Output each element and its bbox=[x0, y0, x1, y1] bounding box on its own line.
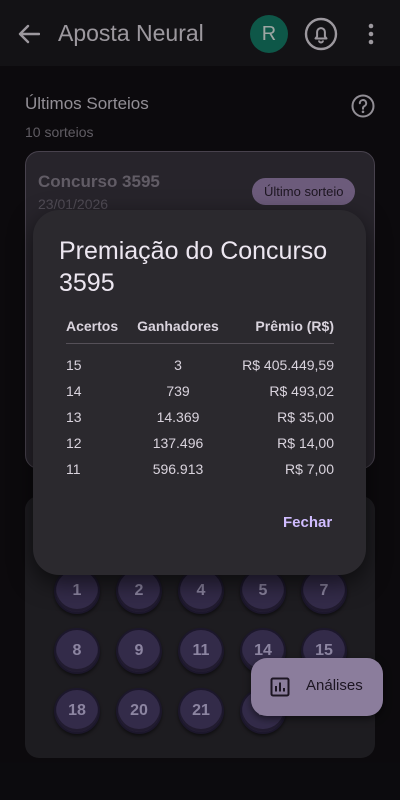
header-winners: Ganhadores bbox=[128, 318, 228, 344]
table-row: 15 3 R$ 405.449,59 bbox=[66, 344, 334, 378]
row-hits: 12 bbox=[66, 434, 82, 451]
row-prize: R$ 14,00 bbox=[277, 434, 334, 451]
row-winners: 137.496 bbox=[152, 434, 204, 451]
row-hits: 11 bbox=[66, 460, 81, 477]
table-row: 12 137.496 R$ 14,00 bbox=[66, 430, 334, 456]
row-prize: R$ 405.449,59 bbox=[242, 356, 334, 373]
table-row: 11 596.913 R$ 7,00 bbox=[66, 456, 334, 482]
row-winners: 596.913 bbox=[152, 460, 204, 477]
row-prize: R$ 7,00 bbox=[284, 460, 334, 477]
header-prize: Prêmio (R$) bbox=[228, 318, 334, 344]
table-row: 13 14.369 R$ 35,00 bbox=[66, 404, 334, 430]
header-hits: Acertos bbox=[66, 318, 128, 344]
prize-table: Acertos Ganhadores Prêmio (R$) 15 3 R$ 4… bbox=[66, 318, 334, 482]
row-hits: 14 bbox=[66, 382, 82, 399]
close-button[interactable]: Fechar bbox=[271, 506, 344, 539]
row-winners: 14.369 bbox=[156, 408, 200, 425]
row-hits: 15 bbox=[66, 356, 82, 373]
row-prize: R$ 493,02 bbox=[269, 382, 334, 399]
prize-table-header: Acertos Ganhadores Prêmio (R$) bbox=[66, 318, 334, 344]
row-hits: 13 bbox=[66, 408, 82, 425]
row-winners: 3 bbox=[174, 356, 182, 373]
prize-dialog: Premiação do Concurso 3595 Acertos Ganha… bbox=[33, 210, 366, 575]
dialog-title: Premiação do Concurso 3595 bbox=[59, 237, 328, 297]
table-row: 14 739 R$ 493,02 bbox=[66, 378, 334, 404]
row-winners: 739 bbox=[166, 382, 190, 399]
row-prize: R$ 35,00 bbox=[277, 408, 334, 425]
